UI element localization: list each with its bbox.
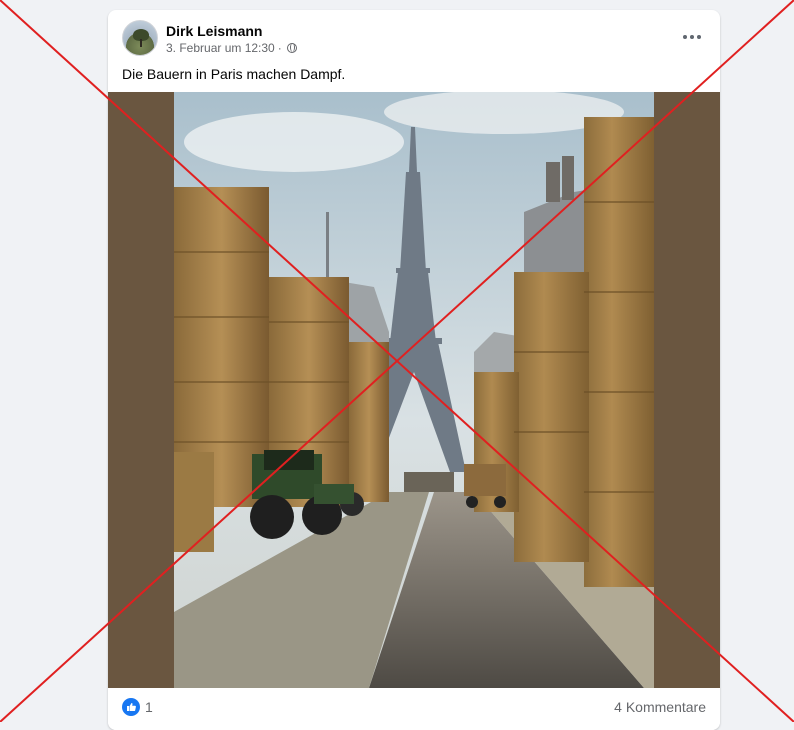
author-name[interactable]: Dirk Leismann <box>166 23 262 39</box>
post-meta: 3. Februar um 12:30 · <box>166 41 297 55</box>
post-timestamp[interactable]: 3. Februar um 12:30 <box>166 41 275 55</box>
dot-icon <box>697 35 701 39</box>
post-header: Dirk Leismann 3. Februar um 12:30 · Die … <box>108 10 720 90</box>
meta-separator: · <box>277 41 282 55</box>
like-icon[interactable] <box>122 698 140 716</box>
post-photo[interactable] <box>174 92 654 688</box>
reaction-count[interactable]: 1 <box>145 699 153 715</box>
post-card: Dirk Leismann 3. Februar um 12:30 · Die … <box>108 10 720 730</box>
comments-count[interactable]: 4 Kommentare <box>614 699 706 715</box>
dot-icon <box>690 35 694 39</box>
post-footer: 1 4 Kommentare <box>108 688 720 730</box>
post-media[interactable] <box>108 92 720 688</box>
more-options-button[interactable] <box>678 28 706 46</box>
globe-icon <box>286 43 297 53</box>
post-text: Die Bauern in Paris machen Dampf. <box>122 66 346 82</box>
avatar[interactable] <box>122 20 158 56</box>
dot-icon <box>683 35 687 39</box>
